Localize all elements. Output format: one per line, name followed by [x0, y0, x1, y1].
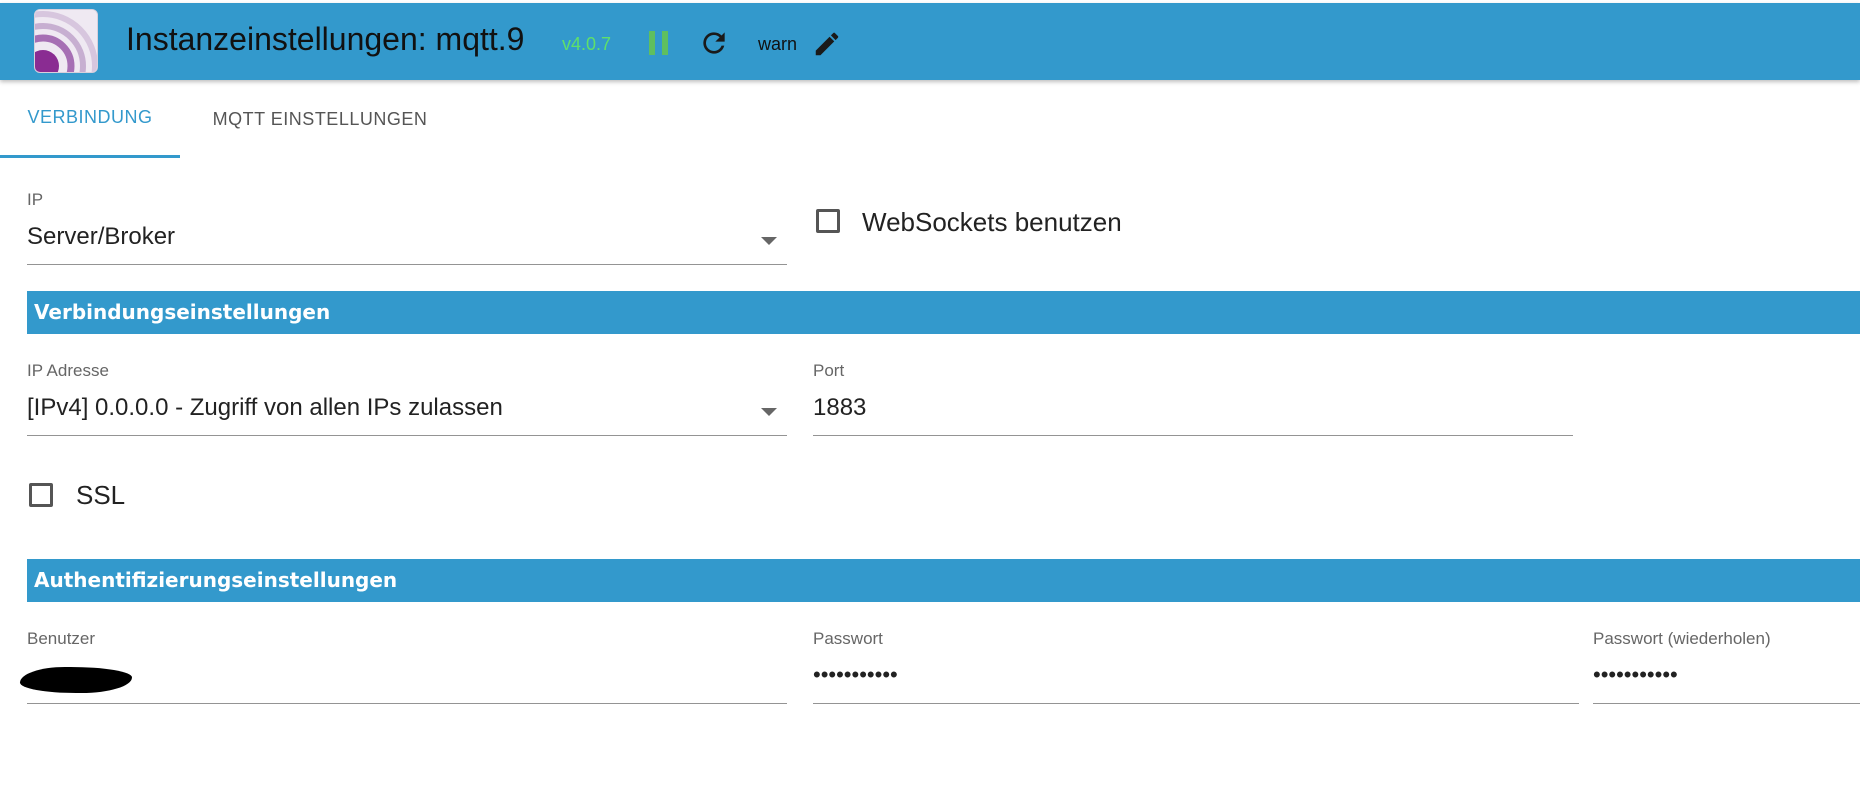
password-repeat-value: ••••••••••• [1593, 662, 1678, 687]
chevron-down-icon [761, 237, 777, 245]
version-label: v4.0.7 [562, 34, 612, 54]
password-input[interactable]: ••••••••••• [813, 662, 1579, 704]
section-header-auth: Authentifizierungseinstellungen [27, 559, 1860, 602]
pause-icon[interactable] [648, 30, 670, 56]
websockets-checkbox[interactable] [816, 209, 840, 233]
tab-verbindung[interactable]: VERBINDUNG [0, 80, 180, 158]
password-repeat-input[interactable]: ••••••••••• [1593, 662, 1860, 704]
password-repeat-label: Passwort (wiederholen) [1593, 629, 1771, 648]
ip-address-select[interactable]: [IPv4] 0.0.0.0 - Zugriff von allen IPs z… [27, 394, 787, 436]
port-input[interactable]: 1883 [813, 394, 1573, 436]
edit-icon[interactable] [812, 29, 842, 59]
ip-address-value: [IPv4] 0.0.0.0 - Zugriff von allen IPs z… [27, 394, 503, 421]
ip-address-label: IP Adresse [27, 361, 109, 380]
user-label: Benutzer [27, 629, 96, 648]
ssl-checkbox[interactable] [29, 483, 53, 507]
tab-bar: VERBINDUNG MQTT EINSTELLUNGEN [0, 80, 1860, 158]
top-bar: Instanzeinstellungen: mqtt.9 v4.0.7 warn [0, 3, 1860, 80]
ip-type-label: IP [27, 190, 44, 209]
port-value: 1883 [813, 394, 867, 421]
ssl-label[interactable]: SSL [76, 480, 125, 511]
password-label: Passwort [813, 629, 883, 648]
ip-type-select[interactable]: Server/Broker [27, 223, 787, 265]
page-title: Instanzeinstellungen: mqtt.9 [126, 21, 525, 57]
app-logo [34, 9, 98, 73]
password-value: ••••••••••• [813, 662, 898, 687]
ip-type-value: Server/Broker [27, 223, 176, 250]
port-label: Port [813, 361, 845, 380]
user-input[interactable] [27, 662, 787, 704]
websockets-label[interactable]: WebSockets benutzen [862, 207, 1122, 238]
section-header-connection: Verbindungseinstellungen [27, 291, 1860, 334]
reload-icon[interactable] [698, 27, 730, 59]
log-level: warn [758, 34, 798, 54]
tab-mqtt-einstellungen[interactable]: MQTT EINSTELLUNGEN [190, 80, 450, 158]
chevron-down-icon [761, 408, 777, 416]
